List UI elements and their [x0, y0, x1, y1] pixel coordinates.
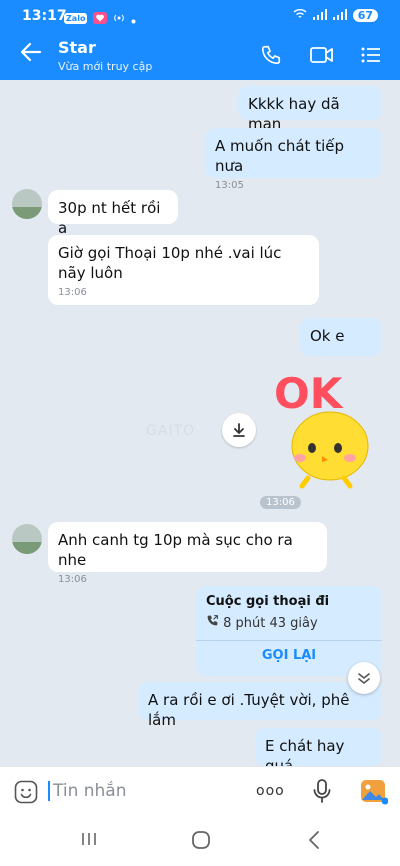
message-input[interactable]: Tin nhắn — [48, 781, 127, 801]
recent-apps-icon[interactable] — [80, 830, 98, 852]
hotspot-icon — [113, 9, 125, 28]
message-bubble[interactable]: Ok e — [300, 318, 382, 356]
phone-outgoing-icon — [206, 615, 223, 631]
phone-call-icon[interactable] — [260, 44, 282, 70]
wifi-icon — [293, 8, 307, 23]
message-list[interactable]: Kkkk hay dã man A muốn chát tiếp nưa 13:… — [0, 80, 400, 766]
signal-icon-2 — [332, 8, 347, 23]
status-time: 13:17 — [22, 8, 67, 24]
home-icon[interactable] — [191, 830, 211, 854]
time-separator: 13:06 — [260, 496, 301, 509]
message-bubble[interactable]: A ra rồi e ơi .Tuyệt vời, phê lắm — [138, 682, 382, 729]
voice-call-card[interactable]: Cuộc gọi thoại đi 8 phút 43 giây GỌI LẠI — [196, 586, 382, 676]
system-nav-bar — [0, 816, 400, 866]
status-bar: 13:17 Zalo 67 — [0, 0, 400, 32]
message-bubble[interactable]: Anh canh tg 10p mà sục cho ra nhe 13:06 — [48, 522, 327, 585]
call-duration: 8 phút 43 giây — [223, 616, 318, 631]
signal-icon — [312, 8, 327, 23]
chat-header: Star Vừa mới truy cập — [0, 32, 400, 80]
system-icons: 67 — [293, 8, 378, 23]
video-call-icon[interactable] — [310, 44, 334, 70]
avatar[interactable] — [12, 189, 42, 219]
chevron-down-icon — [358, 673, 370, 684]
message-bubble[interactable]: E chát hay quá — [255, 728, 382, 766]
ok-sticker[interactable]: OK — [272, 369, 386, 490]
message-text: A muốn chát tiếp nưa — [215, 137, 344, 175]
message-bubble[interactable]: 30p nt hết rồi a — [48, 190, 178, 237]
heart-notification-icon — [93, 9, 108, 28]
contact-name[interactable]: Star — [58, 38, 96, 57]
call-back-button[interactable]: GỌI LẠI — [196, 648, 382, 663]
call-duration-row: 8 phút 43 giây — [206, 614, 318, 631]
message-text: A ra rồi e ơi .Tuyệt vời, phê lắm — [148, 691, 350, 729]
image-gallery-icon[interactable] — [360, 779, 389, 809]
zalo-app-icon: Zalo — [64, 13, 88, 24]
sticker-watermark: GAITO — [146, 423, 196, 439]
message-text: Anh canh tg 10p mà sục cho ra nhe — [58, 531, 293, 569]
last-seen-status: Vừa mới truy cập — [58, 60, 153, 73]
avatar[interactable] — [12, 524, 42, 554]
message-time: 13:06 — [58, 287, 87, 298]
message-text: Giờ gọi Thoại 10p nhé .vai lúc nãy luôn — [58, 244, 282, 282]
dot-icon — [131, 9, 136, 28]
back-arrow-icon[interactable] — [20, 40, 42, 68]
message-bubble[interactable]: Giờ gọi Thoại 10p nhé .vai lúc nãy luôn … — [48, 235, 319, 305]
emoji-icon[interactable] — [14, 780, 38, 808]
battery-indicator: 67 — [352, 9, 378, 22]
message-text: Ok e — [310, 327, 345, 345]
microphone-icon[interactable] — [312, 778, 332, 808]
message-time: 13:06 — [58, 574, 87, 585]
message-bubble[interactable]: Kkkk hay dã man — [238, 86, 382, 133]
more-options-icon[interactable]: ooo — [256, 783, 285, 799]
menu-icon[interactable] — [360, 44, 382, 70]
call-title: Cuộc gọi thoại đi — [206, 594, 330, 609]
back-icon[interactable] — [306, 830, 322, 854]
message-bubble[interactable]: A muốn chát tiếp nưa 13:05 — [205, 128, 382, 191]
message-input-bar: Tin nhắn ooo — [0, 766, 400, 817]
scroll-down-button[interactable] — [348, 662, 380, 694]
notification-icons: Zalo — [64, 9, 136, 28]
message-text: E chát hay quá — [265, 737, 345, 766]
sticker-text: OK — [274, 370, 344, 418]
message-time: 13:05 — [215, 180, 244, 191]
divider — [196, 640, 382, 641]
message-text: 30p nt hết rồi a — [58, 199, 161, 237]
download-icon[interactable] — [222, 413, 256, 447]
